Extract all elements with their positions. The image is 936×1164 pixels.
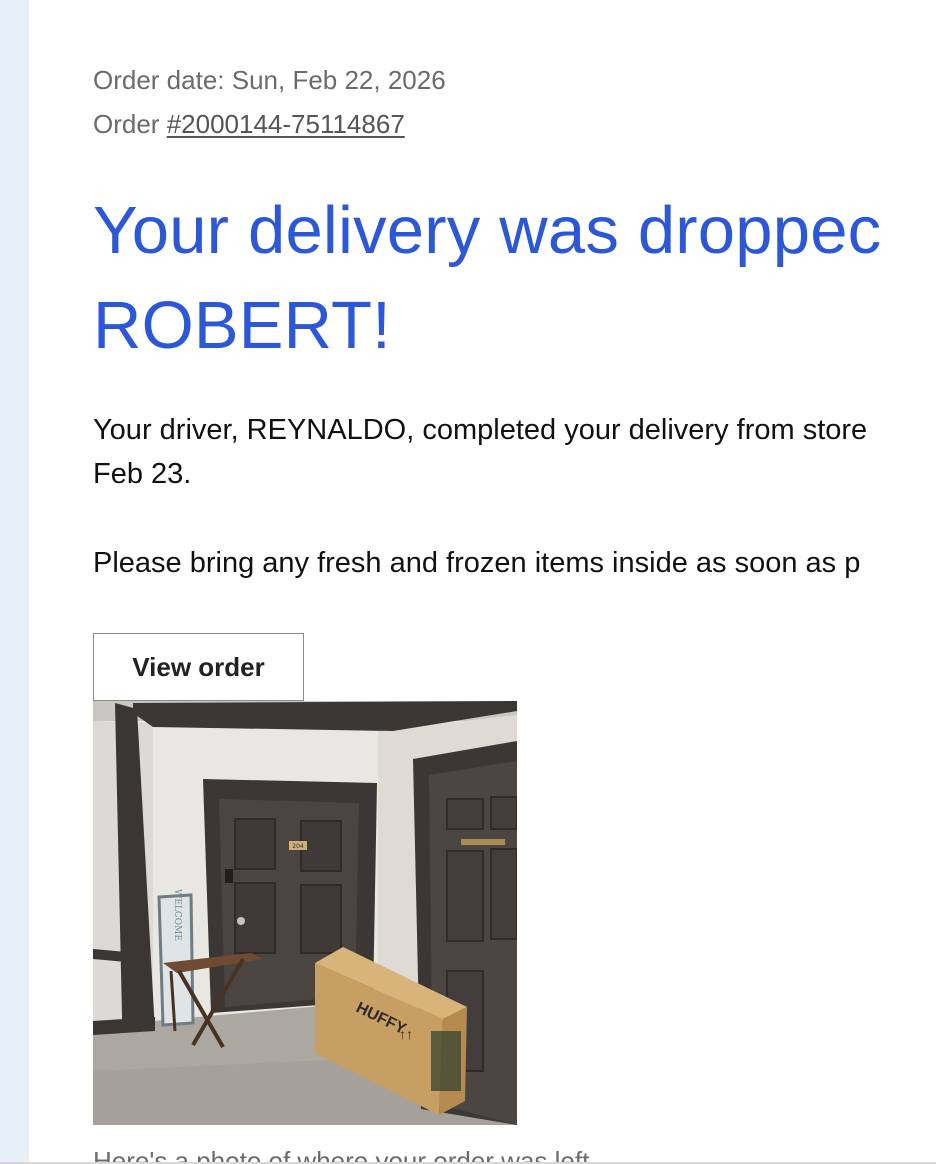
order-date: Order date: Sun, Feb 22, 2026 — [93, 65, 446, 95]
svg-text:WELCOME: WELCOME — [172, 889, 182, 941]
email-content: Order date: Sun, Feb 22, 2026 Order #200… — [93, 0, 936, 1164]
order-number-link[interactable]: #2000144-75114867 — [167, 109, 405, 139]
headline-line-2: ROBERT! — [93, 288, 391, 363]
order-number-line: Order #2000144-75114867 — [93, 109, 405, 139]
driver-message: Your driver, REYNALDO, completed your de… — [93, 408, 936, 496]
svg-text:204: 204 — [292, 843, 304, 850]
order-number-prefix: Order — [93, 109, 167, 139]
svg-text:↑↑: ↑↑ — [399, 1026, 413, 1042]
headline-line-1: Your delivery was droppec — [93, 193, 882, 268]
delivery-photo-graphic: 204 WELCOME HUFFY ↑↑ — [93, 701, 517, 1125]
left-gutter — [0, 0, 29, 1164]
reminder-text: Please bring any fresh and frozen items … — [93, 547, 861, 579]
reminder-message: Please bring any fresh and frozen items … — [93, 541, 936, 585]
view-order-button[interactable]: View order — [93, 633, 304, 701]
delivery-headline: Your delivery was droppec ROBERT! — [93, 183, 936, 373]
delivery-photo[interactable]: 204 WELCOME HUFFY ↑↑ — [93, 701, 517, 1125]
driver-message-line-1: Your driver, REYNALDO, completed your de… — [93, 414, 868, 446]
driver-message-line-2: Feb 23. — [93, 458, 192, 490]
